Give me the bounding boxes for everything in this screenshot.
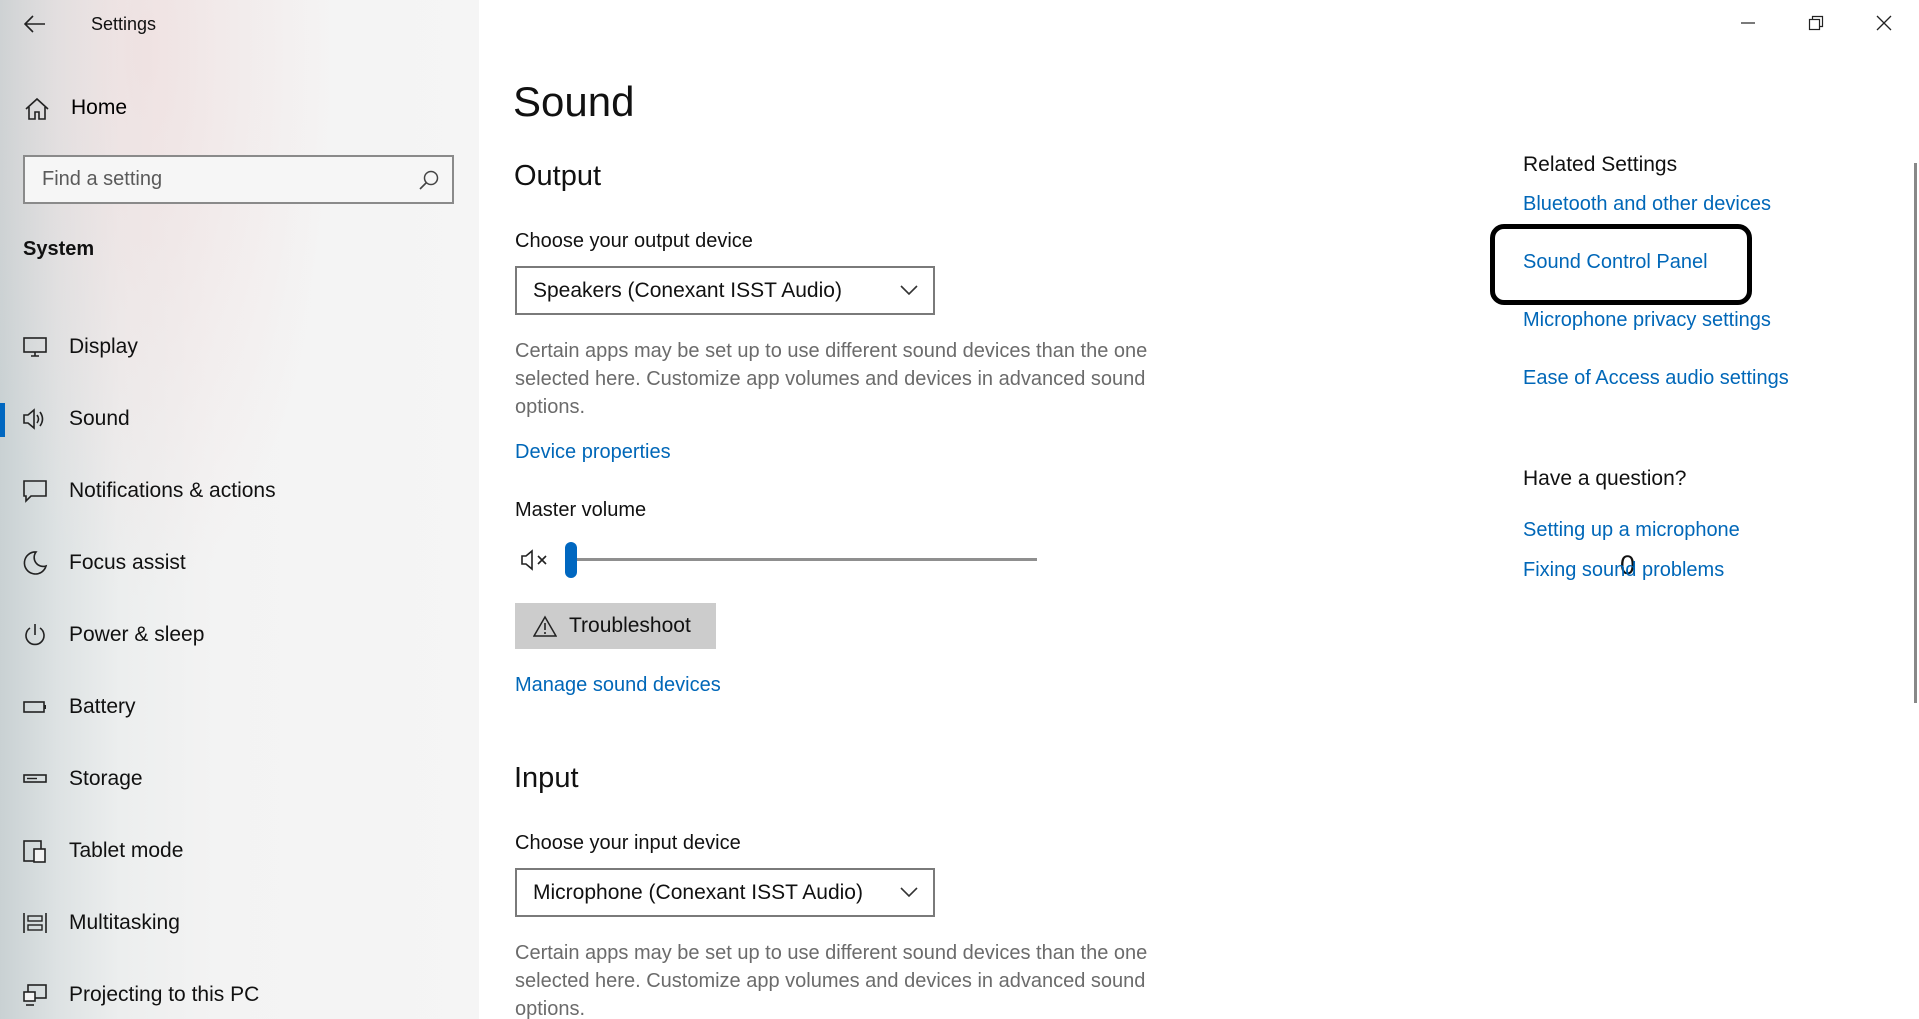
sidebar-item-label: Notifications & actions (69, 479, 276, 502)
search-icon[interactable] (418, 169, 440, 191)
power-icon (25, 624, 45, 646)
section-heading-system: System (23, 238, 95, 260)
ease-of-access-audio-link[interactable]: Ease of Access audio settings (1523, 367, 1789, 390)
input-device-dropdown[interactable]: Microphone (Conexant ISST Audio) (515, 868, 935, 917)
search-box (23, 155, 454, 204)
fixing-sound-problems-link[interactable]: Fixing sound problems (1523, 559, 1724, 582)
sidebar-item-sound[interactable]: Sound (0, 385, 479, 457)
output-description: Certain apps may be set up to use differ… (515, 340, 1148, 418)
projecting-icon (23, 984, 47, 1006)
tablet-icon (23, 840, 46, 863)
chevron-down-icon (900, 887, 918, 898)
have-a-question-heading: Have a question? (1523, 467, 1687, 490)
storage-icon (23, 774, 47, 783)
sidebar-item-display[interactable]: Display (0, 313, 479, 385)
sidebar: Settings Home System Display Sound (0, 0, 479, 1019)
annotation-highlight (1490, 224, 1752, 305)
search-input[interactable] (25, 157, 405, 202)
sidebar-item-label: Home (71, 96, 128, 119)
chevron-down-icon (900, 285, 918, 296)
troubleshoot-button[interactable]: Troubleshoot (515, 603, 716, 649)
speaker-icon (23, 408, 44, 430)
sidebar-item-label: Tablet mode (69, 839, 184, 862)
multitasking-icon (23, 913, 47, 933)
output-heading: Output (514, 160, 602, 192)
sidebar-item-power-sleep[interactable]: Power & sleep (0, 601, 479, 673)
sidebar-item-notifications[interactable]: Notifications & actions (0, 457, 479, 529)
output-device-label: Choose your output device (515, 230, 753, 252)
sidebar-item-label: Power & sleep (69, 623, 205, 646)
sidebar-item-label: Display (69, 335, 138, 358)
manage-sound-devices-link[interactable]: Manage sound devices (515, 674, 721, 697)
output-device-value: Speakers (Conexant ISST Audio) (533, 279, 842, 302)
display-icon (23, 337, 47, 357)
input-device-value: Microphone (Conexant ISST Audio) (533, 881, 863, 904)
device-properties-link[interactable]: Device properties (515, 441, 671, 464)
home-icon (25, 97, 49, 120)
related-settings-heading: Related Settings (1523, 153, 1678, 176)
sidebar-item-projecting[interactable]: Projecting to this PC (0, 961, 479, 1019)
battery-icon (23, 701, 46, 713)
sidebar-item-label: Sound (69, 407, 130, 430)
volume-slider-track[interactable] (565, 558, 1037, 561)
scrollbar[interactable] (1914, 163, 1917, 703)
title-bar: Settings (0, 0, 479, 48)
sidebar-item-label: Projecting to this PC (69, 983, 260, 1006)
app-title: Settings (91, 14, 157, 34)
warning-icon (533, 615, 557, 637)
troubleshoot-label: Troubleshoot (569, 614, 691, 637)
sidebar-item-battery[interactable]: Battery (0, 673, 479, 745)
sidebar-item-label: Battery (69, 695, 136, 718)
sidebar-item-focus-assist[interactable]: Focus assist (0, 529, 479, 601)
sidebar-nav: Display Sound Notifications & actions Fo… (0, 313, 479, 1019)
microphone-privacy-link[interactable]: Microphone privacy settings (1523, 309, 1771, 332)
master-volume-label: Master volume (515, 499, 647, 521)
sidebar-item-home[interactable]: Home (0, 88, 479, 130)
output-device-dropdown[interactable]: Speakers (Conexant ISST Audio) (515, 266, 935, 315)
notifications-icon (23, 480, 47, 503)
back-arrow-icon (24, 15, 45, 33)
volume-mute-icon[interactable] (521, 546, 553, 574)
sidebar-item-storage[interactable]: Storage (0, 745, 479, 817)
input-description: Certain apps may be set up to use differ… (515, 942, 1148, 1019)
sidebar-item-label: Focus assist (69, 551, 186, 574)
sidebar-item-tablet-mode[interactable]: Tablet mode (0, 817, 479, 889)
main-content: Sound Output Choose your output device S… (479, 0, 1919, 1019)
setting-up-microphone-link[interactable]: Setting up a microphone (1523, 519, 1740, 542)
sidebar-item-label: Multitasking (69, 911, 180, 934)
sidebar-item-label: Storage (69, 767, 143, 790)
moon-icon (23, 551, 48, 575)
back-button[interactable] (17, 6, 53, 42)
sidebar-item-multitasking[interactable]: Multitasking (0, 889, 479, 961)
bluetooth-devices-link[interactable]: Bluetooth and other devices (1523, 193, 1771, 216)
volume-slider-thumb[interactable] (565, 542, 577, 578)
input-heading: Input (514, 762, 579, 794)
page-title: Sound (513, 78, 635, 125)
input-device-label: Choose your input device (515, 832, 741, 854)
